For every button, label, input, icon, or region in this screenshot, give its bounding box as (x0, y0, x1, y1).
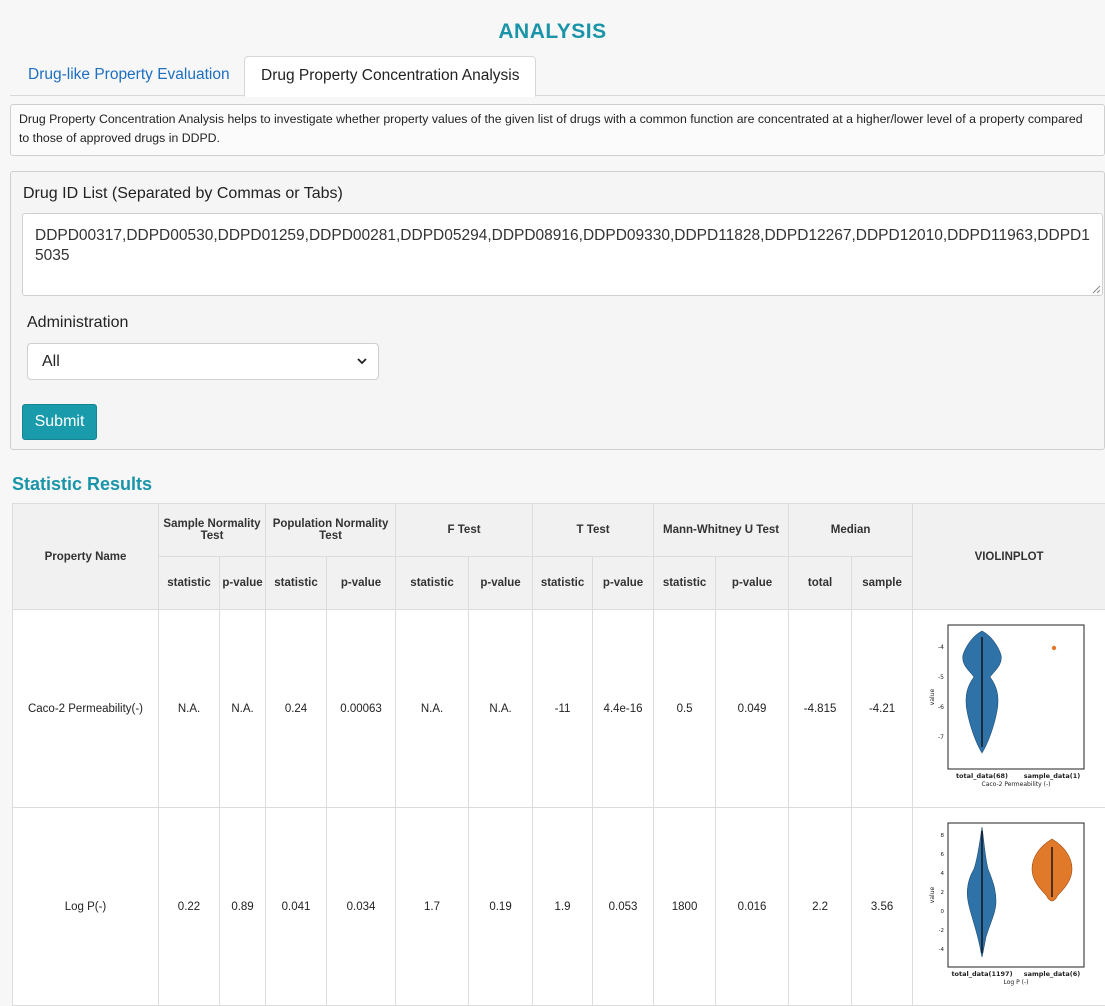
x-tick-label: total_data(68) (956, 772, 1008, 780)
violinplot-cell: value -4 -5 -6 -7 total_data(68) sample_… (913, 610, 1105, 808)
t-test-p-value: 4.4e-16 (593, 610, 654, 808)
tab-drug-like-property-evaluation[interactable]: Drug-like Property Evaluation (12, 56, 246, 96)
population-normality-p-value: 0.034 (327, 808, 396, 1006)
sample-normality-statistic: 0.22 (159, 808, 220, 1006)
t-test-statistic: -11 (533, 610, 593, 808)
t-test-statistic: 1.9 (533, 808, 593, 1006)
table-row: Log P(-) 0.22 0.89 0.041 0.034 1.7 0.19 … (13, 808, 1105, 1006)
subheader-statistic: statistic (396, 557, 469, 610)
x-tick-label: total_data(1197) (952, 970, 1013, 978)
page: ANALYSIS Drug-like Property Evaluation D… (0, 0, 1105, 1000)
table-row: Caco-2 Permeability(-) N.A. N.A. 0.24 0.… (13, 610, 1105, 808)
violin-plot-logp: value 8 6 4 2 0 -2 -4 total_data(1197) s (928, 817, 1090, 997)
sample-normality-p-value: 0.89 (220, 808, 266, 1006)
tab-drug-property-concentration-analysis[interactable]: Drug Property Concentration Analysis (244, 56, 536, 97)
x-axis-caption: Caco-2 Permeability (-) (982, 781, 1051, 788)
header-population-normality: Population Normality Test (266, 504, 396, 557)
violin-plot-caco2: value -4 -5 -6 -7 total_data(68) sample_… (928, 619, 1090, 799)
population-normality-statistic: 0.041 (266, 808, 327, 1006)
analysis-form: Drug ID List (Separated by Commas or Tab… (10, 171, 1105, 450)
subheader-p-value: p-value (220, 557, 266, 610)
header-mann-whitney: Mann-Whitney U Test (654, 504, 789, 557)
drug-id-list-input[interactable]: DDPD00317,DDPD00530,DDPD01259,DDPD00281,… (22, 213, 1103, 296)
header-t-test: T Test (533, 504, 654, 557)
statistic-results-title: Statistic Results (12, 474, 152, 495)
subheader-total: total (789, 557, 852, 610)
subheader-p-value: p-value (716, 557, 789, 610)
analysis-description: Drug Property Concentration Analysis hel… (10, 104, 1105, 156)
y-tick-label: -7 (938, 734, 944, 741)
subheader-p-value: p-value (469, 557, 533, 610)
subheader-statistic: statistic (654, 557, 716, 610)
x-tick-label: sample_data(6) (1024, 970, 1081, 978)
y-tick-label: 0 (941, 909, 945, 915)
subheader-statistic: statistic (159, 557, 220, 610)
y-tick-label: -6 (938, 704, 944, 711)
administration-label: Administration (27, 314, 128, 332)
population-normality-statistic: 0.24 (266, 610, 327, 808)
y-tick-label: 6 (941, 852, 945, 858)
page-title: ANALYSIS (0, 20, 1105, 44)
y-tick-label: -5 (938, 674, 944, 681)
population-normality-p-value: 0.00063 (327, 610, 396, 808)
y-tick-label: -2 (939, 928, 944, 934)
y-tick-label: -4 (938, 644, 944, 651)
property-name: Caco-2 Permeability(-) (13, 610, 159, 808)
f-test-p-value: 0.19 (469, 808, 533, 1006)
f-test-p-value: N.A. (469, 610, 533, 808)
administration-select[interactable]: All (27, 343, 379, 380)
y-tick-label: -4 (939, 947, 945, 953)
subheader-statistic: statistic (266, 557, 327, 610)
header-sample-normality: Sample Normality Test (159, 504, 266, 557)
mann-whitney-p-value: 0.016 (716, 808, 789, 1006)
resize-grip-icon[interactable] (1091, 284, 1101, 294)
subheader-p-value: p-value (327, 557, 396, 610)
sample-normality-p-value: N.A. (220, 610, 266, 808)
submit-button[interactable]: Submit (22, 404, 97, 440)
t-test-p-value: 0.053 (593, 808, 654, 1006)
subheader-sample: sample (852, 557, 913, 610)
y-axis-label: value (929, 688, 936, 705)
mann-whitney-statistic: 1800 (654, 808, 716, 1006)
mann-whitney-p-value: 0.049 (716, 610, 789, 808)
subheader-p-value: p-value (593, 557, 654, 610)
header-violinplot: VIOLINPLOT (913, 504, 1105, 610)
f-test-statistic: N.A. (396, 610, 469, 808)
y-tick-label: 4 (941, 871, 945, 877)
sample-point (1052, 645, 1056, 649)
chevron-down-icon (356, 355, 368, 367)
y-axis-label: value (929, 886, 936, 903)
x-tick-label: sample_data(1) (1024, 772, 1081, 780)
median-total: 2.2 (789, 808, 852, 1006)
subheader-statistic: statistic (533, 557, 593, 610)
tab-bar: Drug-like Property Evaluation Drug Prope… (10, 56, 1105, 96)
statistic-results-table: Property Name Sample Normality Test Popu… (12, 503, 1105, 1006)
header-property-name: Property Name (13, 504, 159, 610)
x-axis-caption: Log P (-) (1004, 979, 1029, 986)
header-f-test: F Test (396, 504, 533, 557)
administration-selected-value: All (42, 353, 60, 370)
violinplot-cell: value 8 6 4 2 0 -2 -4 total_data(1197) s (913, 808, 1105, 1006)
y-tick-label: 8 (941, 833, 945, 839)
median-sample: -4.21 (852, 610, 913, 808)
property-name: Log P(-) (13, 808, 159, 1006)
y-tick-label: 2 (941, 890, 945, 896)
sample-normality-statistic: N.A. (159, 610, 220, 808)
mann-whitney-statistic: 0.5 (654, 610, 716, 808)
median-total: -4.815 (789, 610, 852, 808)
f-test-statistic: 1.7 (396, 808, 469, 1006)
header-median: Median (789, 504, 913, 557)
median-sample: 3.56 (852, 808, 913, 1006)
drug-id-list-label: Drug ID List (Separated by Commas or Tab… (23, 185, 343, 203)
